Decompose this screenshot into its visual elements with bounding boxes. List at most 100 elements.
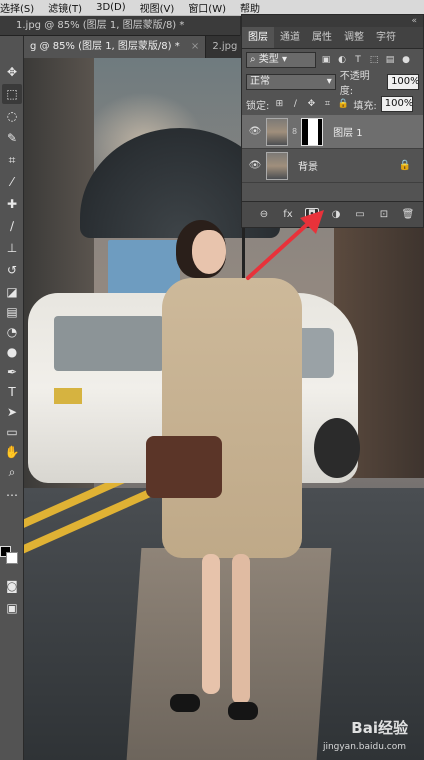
tab-character[interactable]: 字符 — [370, 27, 402, 48]
tools-panel: ✥ ⬚ ◌ ✎ ⌗ ⁄ ✚ ∕ ⊥ ↺ ◪ ▤ ◔ ● ✒ T ➤ ▭ ✋ ⌕ … — [0, 36, 24, 760]
smart-object-filter-icon[interactable]: ▤ — [384, 54, 396, 66]
kind-filter-select[interactable]: ⌕ 类型 ▾ — [246, 52, 316, 68]
photo-taxi-wheel — [314, 418, 360, 478]
zoom-icon[interactable]: ⌕ — [2, 462, 22, 482]
type-filter-icon[interactable]: T — [352, 54, 364, 66]
photo-leg — [202, 554, 220, 694]
tab-adjustments[interactable]: 调整 — [338, 27, 370, 48]
layer-name: 图层 1 — [333, 128, 363, 139]
eraser-icon[interactable]: ◪ — [2, 282, 22, 302]
layer-mask-thumbnail[interactable] — [301, 117, 324, 146]
quick-select-icon[interactable]: ✎ — [2, 128, 22, 148]
adjustment-icon[interactable]: ◑ — [329, 208, 343, 222]
photo-shoe — [170, 694, 200, 712]
menu-filter[interactable]: 滤镜(T) — [48, 0, 82, 15]
blend-row: 正常 ▾ 不透明度: 100% — [242, 71, 423, 97]
photo-taxi-plate — [54, 388, 82, 404]
blend-mode-value: 正常 — [250, 76, 270, 87]
brush-icon[interactable]: ∕ — [2, 216, 22, 236]
watermark-logo: Bai经验 — [351, 719, 408, 737]
move-icon[interactable]: ✥ — [2, 62, 22, 82]
blur-icon[interactable]: ◔ — [2, 322, 22, 342]
fill-label: 填充: — [353, 100, 377, 112]
lasso-icon[interactable]: ◌ — [2, 106, 22, 126]
close-icon[interactable]: × — [191, 41, 199, 52]
shape-icon[interactable]: ▭ — [2, 422, 22, 442]
adjustment-filter-icon[interactable]: ◐ — [336, 54, 348, 66]
more-icon[interactable]: … — [2, 482, 22, 502]
panel-collapse-icon[interactable]: « — [242, 15, 423, 27]
layer-thumbnail — [266, 117, 288, 146]
menu-3d[interactable]: 3D(D) — [96, 2, 126, 13]
kind-filter-value: 类型 — [258, 54, 279, 65]
opacity-label: 不透明度: — [339, 71, 370, 97]
tab-layers[interactable]: 图层 — [242, 27, 274, 48]
link-icon[interactable]: ⊖ — [257, 208, 271, 222]
document-tab-1[interactable]: 1.jpg @ 85% (图层 1, 图层蒙版/8) * — [0, 16, 240, 36]
blend-mode-select[interactable]: 正常 ▾ — [246, 74, 336, 90]
dodge-icon[interactable]: ● — [2, 342, 22, 362]
photo-shoe — [228, 702, 258, 720]
chevron-down-icon: ▾ — [326, 76, 332, 87]
layers-footer: ⊖ fx ◘ ◑ ▭ ⊡ 🗑 — [242, 201, 423, 227]
background-color-swatch[interactable] — [6, 552, 18, 564]
crop-icon[interactable]: ⌗ — [2, 150, 22, 170]
tab-properties[interactable]: 属性 — [306, 27, 338, 48]
healing-icon[interactable]: ✚ — [2, 194, 22, 214]
lock-row: 锁定: ⊞ ∕ ✥ ⌗ 🔒 填充: 100% — [242, 93, 423, 115]
document-tab-active[interactable]: g @ 85% (图层 1, 图层蒙版/8) * × — [24, 36, 207, 58]
fill-input[interactable]: 100% — [380, 96, 413, 112]
group-icon[interactable]: ▭ — [353, 208, 367, 222]
filter-row: ⌕ 类型 ▾ ▣ ◐ T ⬚ ▤ ● — [242, 49, 423, 71]
marquee-icon[interactable]: ⬚ — [2, 84, 22, 104]
layer-row-1[interactable]: 👁 8 图层 1 — [242, 115, 423, 149]
opacity-input[interactable]: 100% — [387, 74, 419, 90]
menu-help[interactable]: 帮助 — [240, 0, 260, 15]
layers-panel: « 图层 通道 属性 调整 字符 ⌕ 类型 ▾ ▣ ◐ T ⬚ ▤ ● 正常 ▾… — [241, 14, 424, 228]
gradient-icon[interactable]: ▤ — [2, 302, 22, 322]
eye-icon[interactable]: 👁 — [248, 160, 262, 171]
pen-icon[interactable]: ✒ — [2, 362, 22, 382]
lock-transparent-icon[interactable]: ⊞ — [273, 98, 285, 110]
lock-position-icon[interactable]: ✥ — [305, 98, 317, 110]
panel-tabs: 图层 通道 属性 调整 字符 — [242, 27, 423, 49]
menu-view[interactable]: 视图(V) — [140, 0, 175, 15]
photo-sidewalk — [126, 548, 332, 760]
eyedropper-icon[interactable]: ⁄ — [2, 172, 22, 192]
trash-icon[interactable]: 🗑 — [401, 208, 415, 222]
photo-leg — [232, 554, 250, 704]
eye-icon[interactable]: 👁 — [248, 126, 262, 137]
menu-window[interactable]: 窗口(W) — [188, 0, 226, 15]
add-mask-icon[interactable]: ◘ — [305, 207, 319, 222]
photo-face — [192, 230, 226, 274]
filter-toggle-icon[interactable]: ● — [400, 54, 412, 66]
new-layer-icon[interactable]: ⊡ — [377, 208, 391, 222]
photo-handbag — [146, 436, 222, 498]
layer-thumbnail — [266, 151, 288, 180]
lock-label: 锁定: — [246, 100, 270, 112]
link-icon[interactable]: 8 — [292, 127, 297, 136]
history-brush-icon[interactable]: ↺ — [2, 260, 22, 280]
tab-channels[interactable]: 通道 — [274, 27, 306, 48]
shape-filter-icon[interactable]: ⬚ — [368, 54, 380, 66]
lock-image-icon[interactable]: ∕ — [289, 98, 301, 110]
photoshop-window: 选择(S) 滤镜(T) 3D(D) 视图(V) 窗口(W) 帮助 1.jpg @… — [0, 0, 424, 760]
lock-all-icon[interactable]: 🔒 — [337, 98, 349, 110]
menu-select[interactable]: 选择(S) — [0, 0, 34, 15]
document-tab-label: g @ 85% (图层 1, 图层蒙版/8) * — [30, 41, 180, 52]
hand-icon[interactable]: ✋ — [2, 442, 22, 462]
type-icon[interactable]: T — [2, 382, 22, 402]
layer-row-background[interactable]: 👁 背景 🔒 — [242, 149, 423, 183]
search-icon: ⌕ — [250, 54, 259, 65]
path-select-icon[interactable]: ➤ — [2, 402, 22, 422]
stamp-icon[interactable]: ⊥ — [2, 238, 22, 258]
watermark-url: jingyan.baidu.com — [322, 742, 406, 752]
fx-icon[interactable]: fx — [281, 208, 295, 222]
lock-artboard-icon[interactable]: ⌗ — [321, 98, 333, 110]
photo-coat — [162, 278, 302, 558]
layer-name: 背景 — [298, 162, 318, 173]
quick-mask-icon[interactable]: ◙ — [2, 576, 22, 596]
photo-taxi-window — [54, 316, 164, 371]
screen-mode-icon[interactable]: ▣ — [2, 598, 22, 618]
pixel-filter-icon[interactable]: ▣ — [320, 54, 332, 66]
